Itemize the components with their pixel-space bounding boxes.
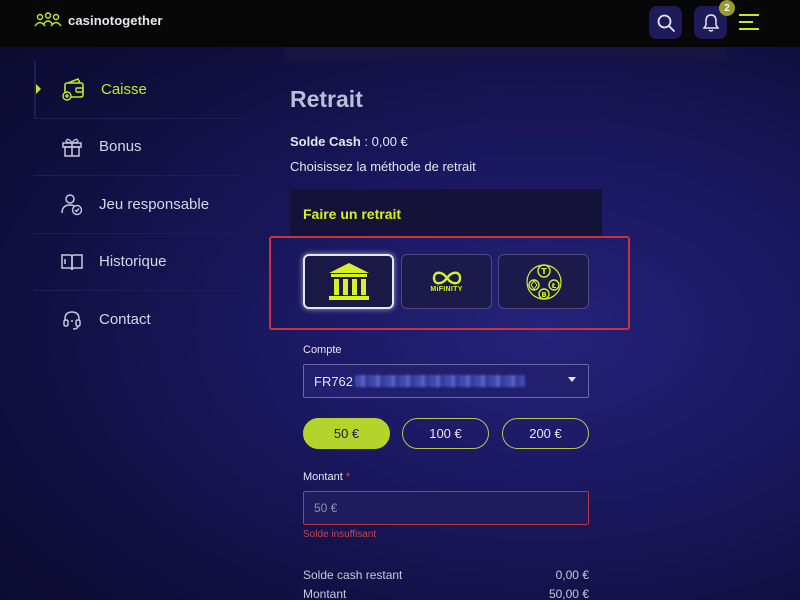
sidebar-item-historique[interactable]: Historique — [34, 234, 244, 291]
amount-chip-100[interactable]: 100 € — [402, 418, 489, 449]
method-crypto[interactable]: T Ł B — [498, 254, 589, 309]
menu-button[interactable] — [738, 12, 760, 37]
crypto-coins-icon: T Ł B — [525, 263, 562, 300]
sidebar-item-jeu-responsable[interactable]: Jeu responsable — [34, 176, 244, 234]
sidebar-item-label: Bonus — [99, 138, 142, 156]
method-bank-transfer[interactable] — [303, 254, 394, 309]
brand-logo[interactable]: casinotogether — [34, 12, 163, 28]
summary-label: Montant — [303, 587, 347, 600]
search-icon — [657, 14, 675, 32]
amount-error: Solde insuffisant — [303, 529, 377, 540]
balance-value: : 0,00 € — [360, 134, 408, 149]
account-value: FR762 — [314, 373, 354, 389]
balance-label: Solde Cash — [290, 134, 361, 149]
mifinity-label: MiFINITY — [430, 286, 463, 293]
book-icon — [61, 254, 83, 270]
amount-input[interactable]: 50 € — [303, 491, 589, 525]
active-indicator-icon — [36, 84, 41, 95]
summary-row-remaining: Solde cash restant 0,00 € — [303, 568, 589, 582]
cash-balance: Solde Cash : 0,00 € — [290, 134, 408, 149]
sidebar: Caisse Bonus Jeu responsable Historique — [34, 61, 244, 349]
required-mark: * — [345, 471, 351, 483]
page-title: Retrait — [290, 86, 363, 112]
bell-icon — [702, 13, 719, 32]
wallet-icon — [62, 78, 84, 101]
withdraw-instruction: Choisissez la méthode de retrait — [290, 159, 476, 174]
notification-badge: 2 — [719, 0, 735, 16]
method-mifinity[interactable]: MiFINITY — [401, 254, 492, 309]
brand-name: casinotogether — [68, 12, 163, 28]
search-button[interactable] — [649, 6, 682, 39]
sidebar-item-label: Jeu responsable — [99, 195, 210, 213]
amount-label-wrap: Montant * — [303, 471, 350, 483]
amount-chip-50[interactable]: 50 € — [303, 418, 390, 449]
sidebar-item-label: Caisse — [101, 80, 147, 98]
svg-text:Ł: Ł — [550, 282, 556, 290]
summary-label: Solde cash restant — [303, 568, 403, 582]
headset-icon — [63, 310, 81, 330]
svg-text:B: B — [541, 291, 546, 299]
top-bar: casinotogether 2 — [0, 0, 800, 47]
amount-chip-200[interactable]: 200 € — [502, 418, 589, 449]
bank-icon — [328, 262, 369, 300]
gift-icon — [62, 138, 82, 157]
people-logo-icon — [34, 12, 62, 27]
summary-row-amount: Montant 50,00 € — [303, 587, 589, 600]
account-label: Compte — [303, 344, 342, 356]
content-top-strip — [284, 47, 726, 61]
chevron-down-icon — [568, 377, 576, 382]
summary-value: 50,00 € — [548, 587, 589, 600]
account-select[interactable]: FR762 — [303, 364, 589, 398]
sidebar-item-bonus[interactable]: Bonus — [34, 119, 244, 176]
user-check-icon — [61, 194, 83, 216]
infinity-icon — [432, 271, 461, 285]
amount-label: Montant — [303, 471, 343, 483]
summary-value: 0,00 € — [555, 568, 589, 582]
masked-account-number — [355, 375, 526, 387]
withdraw-panel-title: Faire un retrait — [290, 189, 602, 238]
sidebar-item-label: Historique — [99, 253, 167, 271]
hamburger-icon — [739, 14, 759, 30]
sidebar-item-label: Contact — [99, 311, 151, 329]
sidebar-item-contact[interactable]: Contact — [34, 291, 244, 349]
sidebar-item-caisse[interactable]: Caisse — [34, 61, 244, 119]
svg-text:T: T — [541, 267, 547, 276]
